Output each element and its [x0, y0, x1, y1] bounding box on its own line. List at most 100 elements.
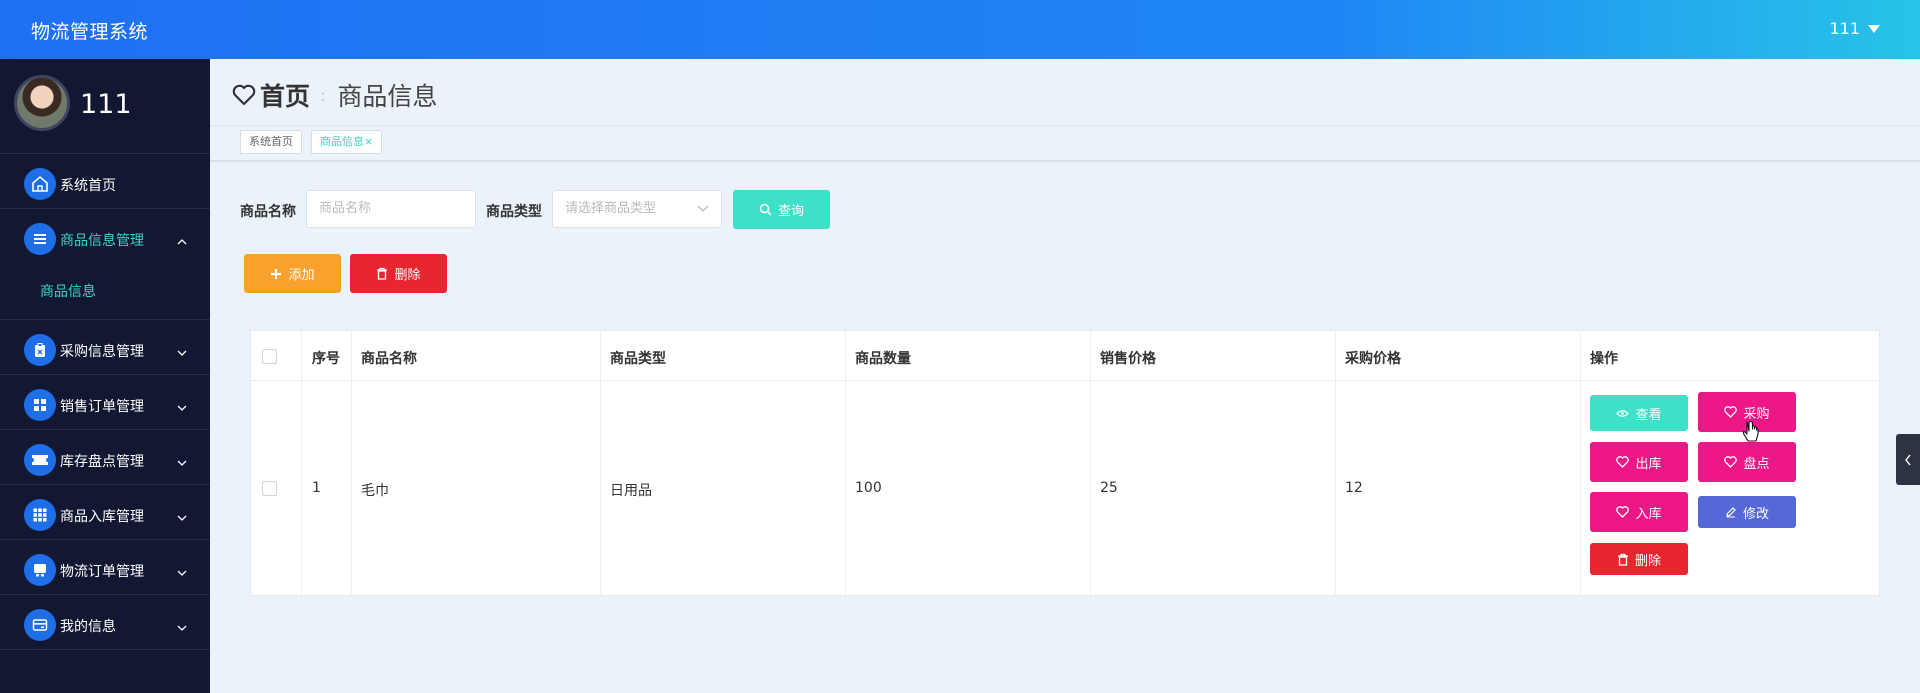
- eye-icon: [1616, 409, 1630, 418]
- sidebar-item-purchase[interactable]: 采购信息管理: [0, 320, 210, 375]
- chevron-down-icon: [176, 397, 188, 416]
- query-button-label: 查询: [777, 204, 804, 219]
- select-all-checkbox[interactable]: [262, 349, 277, 364]
- cell-sale-price: 25: [1100, 480, 1118, 496]
- chevron-down-icon: [176, 617, 188, 636]
- cell-index: 1: [312, 480, 321, 496]
- sidebar-item-home[interactable]: 系统首页: [0, 154, 210, 209]
- trash-icon: [376, 267, 388, 280]
- search-icon: [759, 203, 772, 216]
- breadcrumb-separator: :: [320, 85, 326, 105]
- sidebar-item-label: 商品信息管理: [60, 233, 144, 249]
- chevron-down-icon: [176, 452, 188, 471]
- sidebar-item-inbound[interactable]: 商品入库管理: [0, 485, 210, 540]
- top-header: 物流管理系统 111: [0, 0, 1920, 59]
- column-header-name: 商品名称: [361, 351, 417, 367]
- heart-icon: [1616, 456, 1630, 468]
- column-divider: [845, 331, 846, 597]
- heart-icon: [1724, 406, 1738, 418]
- clipboard-icon: [24, 334, 56, 366]
- tag-label: 商品信息: [320, 135, 364, 148]
- sidebar-item-inventory[interactable]: 库存盘点管理: [0, 430, 210, 485]
- sidebar-item-goods[interactable]: 商品信息管理: [0, 209, 210, 264]
- sidebar: 111 系统首页 商品信息管理 商品信息 采购信息管理 销售订单管理 库存盘点管…: [0, 59, 210, 693]
- tag-system-home[interactable]: 系统首页: [240, 130, 302, 154]
- app-title: 物流管理系统: [31, 21, 149, 43]
- column-divider: [1580, 331, 1581, 597]
- view-button[interactable]: 查看: [1590, 395, 1688, 431]
- heart-icon: [1616, 506, 1630, 518]
- sidebar-subitem-goods-info[interactable]: 商品信息: [0, 264, 210, 314]
- tags-bar: 系统首页 商品信息×: [210, 126, 1920, 162]
- avatar: [14, 75, 70, 131]
- column-header-quantity: 商品数量: [855, 351, 911, 367]
- home-icon: [24, 168, 56, 200]
- sidebar-item-my-info[interactable]: 我的信息: [0, 595, 210, 650]
- sidebar-item-label: 商品入库管理: [60, 509, 144, 525]
- tag-goods-info[interactable]: 商品信息×: [311, 130, 383, 154]
- sidebar-item-logistics[interactable]: 物流订单管理: [0, 540, 210, 595]
- apps-icon: [24, 499, 56, 531]
- cell-type: 日用品: [610, 483, 652, 499]
- column-divider: [1335, 331, 1336, 597]
- breadcrumb-current: 商品信息: [337, 82, 438, 111]
- column-divider: [600, 331, 601, 597]
- chevron-left-icon: [1904, 454, 1912, 466]
- goods-name-input[interactable]: 商品名称: [306, 190, 476, 228]
- sidebar-item-label: 库存盘点管理: [60, 454, 144, 470]
- sidebar-item-label: 物流订单管理: [60, 564, 144, 580]
- delete-button[interactable]: 删除: [350, 254, 447, 293]
- truck-icon: [24, 554, 56, 586]
- column-divider: [1090, 331, 1091, 597]
- user-menu[interactable]: 111: [1829, 19, 1880, 38]
- inventory-button[interactable]: 盘点: [1698, 442, 1796, 482]
- page-header: 首页 : 商品信息: [210, 59, 1920, 126]
- edit-icon: [1725, 506, 1737, 518]
- mouse-cursor-icon: [1742, 420, 1760, 448]
- edit-button-label: 修改: [1742, 506, 1769, 522]
- user-name: 111: [1829, 19, 1860, 38]
- caret-down-icon: [1868, 24, 1880, 33]
- goods-type-label: 商品类型: [486, 204, 542, 220]
- query-button[interactable]: 查询: [733, 190, 830, 229]
- add-button-label: 添加: [288, 268, 315, 283]
- chevron-down-icon: [176, 507, 188, 526]
- goods-type-select[interactable]: 请选择商品类型: [552, 190, 722, 228]
- list-icon: [24, 223, 56, 255]
- ticket-icon: [24, 444, 56, 476]
- goods-name-label: 商品名称: [240, 204, 296, 220]
- purchase-button-label: 采购: [1743, 406, 1770, 422]
- delete-button-label: 删除: [394, 268, 421, 283]
- heart-icon: [1724, 456, 1738, 468]
- profile-name: 111: [80, 89, 132, 120]
- inbound-button-label: 入库: [1635, 506, 1662, 522]
- outbound-button-label: 出库: [1635, 456, 1662, 472]
- row-checkbox[interactable]: [262, 481, 277, 496]
- outbound-button[interactable]: 出库: [1590, 442, 1688, 482]
- sidebar-item-sales[interactable]: 销售订单管理: [0, 375, 210, 430]
- select-placeholder: 请选择商品类型: [565, 201, 657, 216]
- breadcrumb-home[interactable]: 首页: [260, 77, 310, 113]
- heart-icon: [232, 84, 256, 106]
- grid-icon: [24, 389, 56, 421]
- add-button[interactable]: 添加: [244, 254, 341, 293]
- cell-purchase-price: 12: [1345, 480, 1363, 496]
- goods-table: 序号 商品名称 商品类型 商品数量 销售价格 采购价格 操作 1 毛巾 日用品 …: [250, 330, 1880, 597]
- column-header-type: 商品类型: [610, 351, 666, 367]
- trash-icon: [1617, 553, 1629, 566]
- column-header-index: 序号: [312, 351, 340, 367]
- sidebar-subitem-label: 商品信息: [40, 284, 96, 300]
- collapse-panel-button[interactable]: [1896, 434, 1920, 485]
- chevron-down-icon: [176, 562, 188, 581]
- row-delete-button[interactable]: 删除: [1590, 543, 1688, 575]
- edit-button[interactable]: 修改: [1698, 496, 1796, 528]
- inbound-button[interactable]: 入库: [1590, 492, 1688, 532]
- row-delete-button-label: 删除: [1634, 553, 1661, 569]
- inventory-button-label: 盘点: [1743, 456, 1770, 472]
- column-divider: [301, 331, 302, 597]
- column-header-purchase-price: 采购价格: [1345, 351, 1401, 367]
- header-divider: [251, 380, 1879, 381]
- chevron-down-icon: [176, 342, 188, 361]
- column-header-actions: 操作: [1590, 351, 1618, 367]
- tag-close-icon[interactable]: ×: [364, 135, 373, 148]
